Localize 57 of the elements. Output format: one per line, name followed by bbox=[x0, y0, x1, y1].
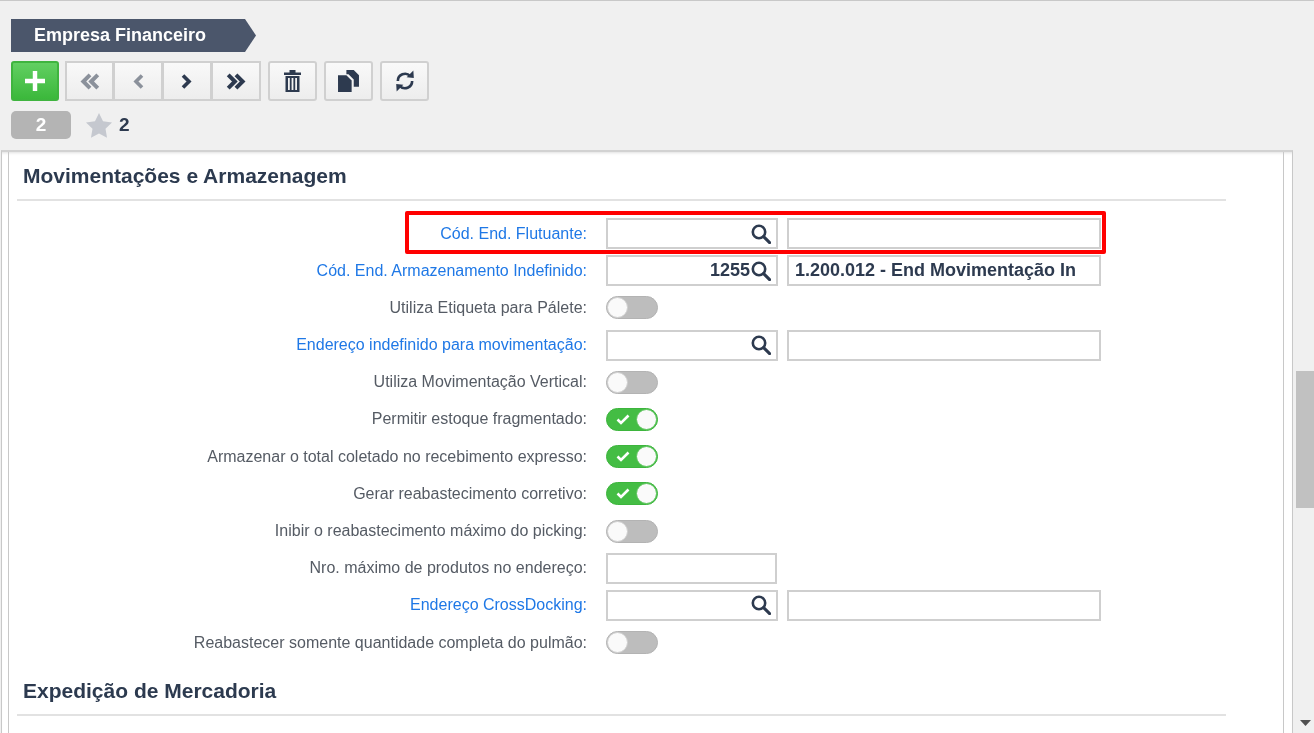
field-label-link[interactable]: Cód. End. Armazenamento Indefinido: bbox=[316, 261, 587, 280]
next-button[interactable] bbox=[163, 61, 212, 101]
check-icon bbox=[616, 451, 630, 463]
toggle-switch[interactable] bbox=[606, 631, 658, 655]
description-field[interactable] bbox=[787, 589, 1101, 621]
search-icon[interactable] bbox=[751, 595, 771, 616]
double-chevron-left-icon bbox=[79, 72, 100, 90]
description-field[interactable]: 1.200.012 - End Movimentação In bbox=[787, 255, 1101, 287]
description-field[interactable] bbox=[787, 218, 1101, 249]
field-label-link[interactable]: Endereço CrossDocking: bbox=[410, 596, 587, 615]
toggle-switch[interactable] bbox=[606, 445, 658, 469]
section-heading: Movimentações e Armazenagem bbox=[23, 164, 347, 187]
toggle-switch[interactable] bbox=[606, 407, 658, 431]
check-icon bbox=[616, 488, 630, 500]
double-chevron-right-icon bbox=[226, 72, 246, 90]
trash-icon bbox=[284, 70, 301, 92]
chevron-left-icon bbox=[132, 72, 144, 90]
field-label: Utiliza Etiqueta para Pálete: bbox=[389, 298, 587, 317]
search-icon[interactable] bbox=[751, 335, 771, 356]
star-icon[interactable] bbox=[86, 112, 112, 138]
page-title: Empresa Financeiro bbox=[11, 19, 256, 52]
field-label-link[interactable]: Cód. End. Flutuante: bbox=[440, 224, 587, 243]
favorites-count: 2 bbox=[119, 114, 130, 136]
field-label: Armazenar o total coletado no recebimento expresso: bbox=[207, 447, 587, 466]
scrollbar-thumb[interactable] bbox=[1296, 371, 1314, 508]
section-heading: Expedição de Mercadoria bbox=[23, 679, 277, 703]
check-icon bbox=[616, 413, 630, 425]
plus-icon bbox=[25, 71, 45, 91]
description-field[interactable] bbox=[787, 329, 1101, 361]
search-icon[interactable] bbox=[751, 223, 771, 244]
field-label: Gerar reabastecimento corretivo: bbox=[353, 484, 587, 503]
field-label-link[interactable]: Endereço indefinido para movimentação: bbox=[296, 336, 587, 355]
field-label: Inibir o reabastecimento máximo do picking: bbox=[274, 522, 587, 540]
code-lookup-field[interactable] bbox=[606, 329, 778, 361]
field-label: Utiliza Movimentação Vertical: bbox=[373, 373, 587, 392]
search-icon[interactable] bbox=[751, 260, 771, 281]
field-label: Permitir estoque fragmentado: bbox=[371, 410, 587, 429]
code-lookup-field[interactable] bbox=[606, 589, 778, 621]
copy-button[interactable] bbox=[324, 61, 373, 101]
last-button[interactable] bbox=[212, 61, 261, 101]
field-label: Nro. máximo de produtos no endereço: bbox=[309, 559, 587, 578]
field-label: Reabastecer somente quantidade completa do pulmão: bbox=[193, 633, 587, 652]
add-button[interactable] bbox=[11, 61, 59, 101]
toggle-switch[interactable] bbox=[606, 370, 658, 394]
code-lookup-field[interactable] bbox=[606, 218, 778, 249]
documents-icon bbox=[338, 70, 359, 92]
toggle-switch[interactable] bbox=[606, 519, 658, 543]
chevron-right-icon bbox=[181, 72, 193, 90]
code-lookup-field[interactable]: 1255 bbox=[606, 255, 778, 287]
input-field[interactable] bbox=[606, 552, 777, 584]
toggle-switch[interactable] bbox=[606, 296, 658, 320]
toggle-switch[interactable] bbox=[606, 482, 658, 506]
refresh-icon bbox=[393, 70, 416, 92]
delete-button[interactable] bbox=[268, 61, 317, 101]
scroll-down-icon[interactable] bbox=[1299, 720, 1311, 726]
record-count-badge: 2 bbox=[11, 111, 71, 139]
refresh-button[interactable] bbox=[380, 61, 429, 101]
